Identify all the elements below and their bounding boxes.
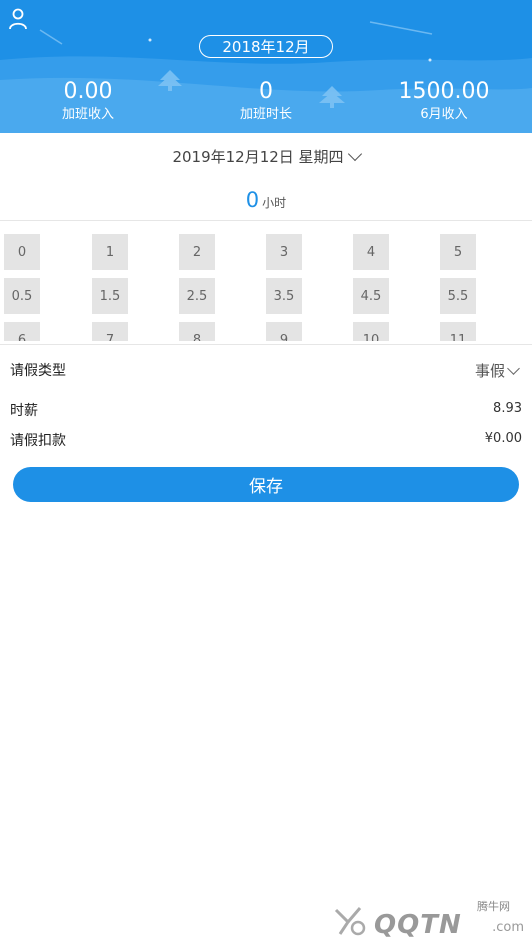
hour-option[interactable]: 11	[440, 322, 476, 341]
watermark: 腾牛网 QQTN .com	[316, 896, 526, 940]
watermark-main-text: QQTN	[374, 910, 462, 940]
date-text: 2019年12月12日 星期四	[172, 148, 344, 166]
hours-display: 0 小时	[0, 188, 532, 212]
stat-value: 1500.00	[398, 79, 490, 104]
hour-option[interactable]: 0.5	[4, 278, 40, 314]
hour-option[interactable]: 5	[440, 234, 476, 270]
hour-option[interactable]: 2.5	[179, 278, 215, 314]
date-selector[interactable]: 2019年12月12日 星期四	[0, 146, 532, 167]
hour-option[interactable]: 3	[266, 234, 302, 270]
hour-option[interactable]: 6	[4, 322, 40, 341]
chevron-down-icon	[507, 362, 520, 375]
hour-option[interactable]: 4	[353, 234, 389, 270]
hour-options-grid[interactable]: 0 1 2 3 4 5 0.5 1.5 2.5 3.5 4.5 5.5 6 7 …	[0, 221, 532, 341]
watermark-top-text: 腾牛网	[477, 900, 510, 913]
month-selector[interactable]: 2018年12月	[199, 35, 333, 58]
stat-month-income: 1500.00 6月收入	[374, 80, 514, 124]
hourly-wage-value: 8.93	[493, 401, 522, 416]
stat-label: 加班时长	[239, 107, 292, 122]
leave-type-value: 事假	[474, 362, 505, 380]
hour-option[interactable]: 0	[4, 234, 40, 270]
hour-option[interactable]: 7	[92, 322, 128, 341]
hour-option[interactable]: 8	[179, 322, 215, 341]
hour-option[interactable]: 1.5	[92, 278, 128, 314]
deduction-value: ¥0.00	[484, 431, 522, 446]
hour-option[interactable]: 4.5	[353, 278, 389, 314]
stat-value: 0.00	[63, 79, 113, 104]
stat-overtime-income: 0.00 加班收入	[18, 80, 158, 124]
deduction-label: 请假扣款	[10, 433, 66, 449]
chevron-down-icon	[347, 146, 362, 162]
hours-unit: 小时	[262, 196, 287, 210]
divider	[0, 344, 532, 345]
stat-overtime-hours: 0 加班时长	[196, 80, 336, 124]
user-icon[interactable]	[8, 8, 28, 30]
hour-option[interactable]: 5.5	[440, 278, 476, 314]
hour-option[interactable]: 1	[92, 234, 128, 270]
header-banner: 2018年12月 0.00 加班收入 0 加班时长 1500.00 6月收入	[0, 0, 532, 133]
leave-type-label: 请假类型	[10, 363, 66, 379]
hourly-wage-label: 时薪	[10, 403, 38, 419]
stat-label: 6月收入	[420, 107, 468, 122]
hour-option[interactable]: 10	[353, 322, 389, 341]
stat-value: 0	[259, 79, 273, 104]
watermark-suffix-text: .com	[492, 920, 524, 935]
watermark-logo-icon	[334, 907, 366, 936]
hour-option[interactable]: 2	[179, 234, 215, 270]
hour-option[interactable]: 9	[266, 322, 302, 341]
hours-value: 0	[245, 188, 260, 212]
hour-option[interactable]: 3.5	[266, 278, 302, 314]
stat-label: 加班收入	[61, 107, 114, 122]
save-button[interactable]: 保存	[13, 467, 519, 502]
leave-type-dropdown[interactable]: 事假	[474, 360, 520, 381]
